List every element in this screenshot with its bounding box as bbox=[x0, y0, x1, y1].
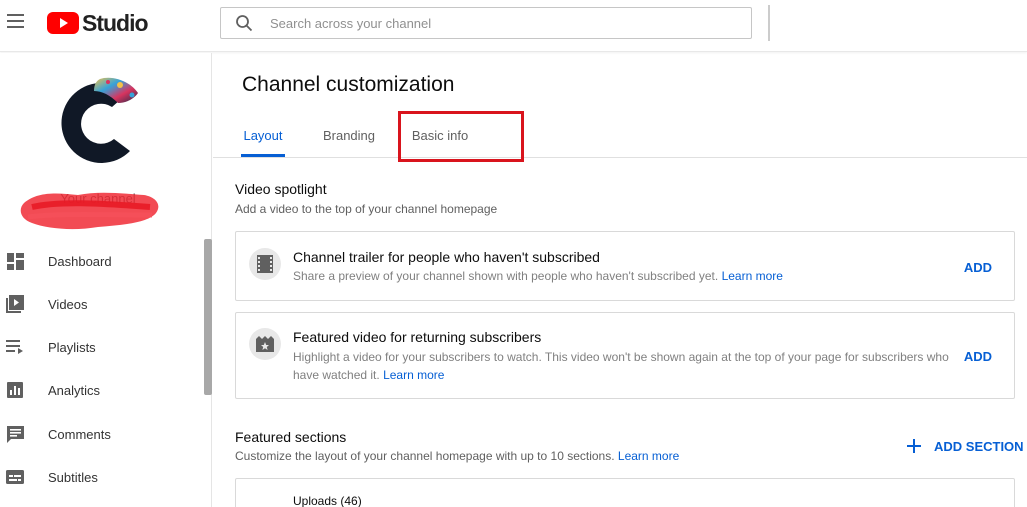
search-bar[interactable] bbox=[220, 7, 752, 39]
sidebar-item-dashboard[interactable]: Dashboard bbox=[0, 241, 200, 281]
channel-trailer-card: Channel trailer for people who haven't s… bbox=[235, 231, 1015, 301]
card-description: Share a preview of your channel shown wi… bbox=[293, 267, 783, 285]
add-section-button[interactable]: ADD SECTION bbox=[906, 438, 1024, 454]
tab-layout[interactable]: Layout bbox=[241, 114, 285, 157]
featured-sections-subtitle: Customize the layout of your channel hom… bbox=[235, 449, 679, 463]
card-description-line-2: have watched it. Learn more bbox=[293, 366, 953, 384]
video-spotlight-title: Video spotlight bbox=[235, 181, 327, 197]
sidebar-item-label: Comments bbox=[48, 426, 111, 442]
tab-branding[interactable]: Branding bbox=[321, 114, 377, 157]
header-divider bbox=[768, 5, 770, 41]
featured-video-card: Featured video for returning subscribers… bbox=[235, 312, 1015, 399]
top-bar: Studio bbox=[0, 0, 1027, 52]
learn-more-link[interactable]: Learn more bbox=[383, 368, 444, 382]
learn-more-link[interactable]: Learn more bbox=[722, 269, 783, 283]
sidebar-scrollbar[interactable] bbox=[204, 239, 212, 395]
sidebar-item-playlists[interactable]: Playlists bbox=[0, 327, 200, 367]
card-title: Channel trailer for people who haven't s… bbox=[293, 249, 600, 265]
dashboard-icon bbox=[6, 252, 24, 270]
videos-icon bbox=[6, 295, 24, 313]
analytics-icon bbox=[6, 381, 24, 399]
sidebar: Your channel Dashboard Videos Playlists … bbox=[0, 53, 212, 507]
redaction-scribble bbox=[20, 192, 159, 230]
search-input[interactable] bbox=[270, 15, 730, 31]
featured-sections-title: Featured sections bbox=[235, 429, 347, 445]
comments-icon bbox=[6, 425, 24, 443]
page-title: Channel customization bbox=[242, 73, 455, 96]
add-section-label: ADD SECTION bbox=[934, 438, 1024, 454]
card-description-text: Share a preview of your channel shown wi… bbox=[293, 269, 719, 283]
uploads-section-card[interactable]: Uploads (46) bbox=[235, 478, 1015, 507]
sidebar-item-label: Videos bbox=[48, 296, 88, 312]
add-featured-video-button[interactable]: ADD bbox=[964, 349, 992, 364]
sidebar-item-subtitles[interactable]: Subtitles bbox=[0, 457, 200, 497]
studio-logo[interactable]: Studio bbox=[47, 9, 149, 36]
sidebar-item-videos[interactable]: Videos bbox=[0, 284, 200, 324]
card-description: Highlight a video for your subscribers t… bbox=[293, 348, 953, 384]
search-icon bbox=[236, 15, 253, 32]
video-spotlight-subtitle: Add a video to the top of your channel h… bbox=[235, 202, 498, 216]
highlight-annotation-box bbox=[398, 111, 524, 162]
tab-bar: Layout Branding Basic info bbox=[213, 114, 1027, 158]
plus-icon bbox=[907, 439, 921, 453]
youtube-logo-icon bbox=[47, 12, 79, 34]
sidebar-item-label: Playlists bbox=[48, 339, 96, 355]
logo-text: Studio bbox=[82, 9, 149, 36]
card-description-text: have watched it. bbox=[293, 368, 380, 382]
featured-video-icon bbox=[249, 328, 281, 360]
add-trailer-button[interactable]: ADD bbox=[964, 260, 992, 275]
sidebar-item-label: Dashboard bbox=[48, 253, 112, 269]
sidebar-item-comments[interactable]: Comments bbox=[0, 414, 200, 454]
uploads-label: Uploads (46) bbox=[293, 494, 362, 507]
sidebar-item-analytics[interactable]: Analytics bbox=[0, 370, 200, 410]
learn-more-link[interactable]: Learn more bbox=[618, 449, 679, 463]
card-description-line: Highlight a video for your subscribers t… bbox=[293, 350, 949, 364]
sidebar-item-label: Subtitles bbox=[48, 469, 98, 485]
channel-avatar[interactable] bbox=[50, 73, 145, 168]
playlists-icon bbox=[6, 338, 24, 356]
card-title: Featured video for returning subscribers bbox=[293, 329, 542, 345]
film-icon bbox=[249, 248, 281, 280]
menu-icon[interactable] bbox=[7, 14, 24, 30]
subtitles-icon bbox=[6, 468, 24, 486]
featured-sections-subtitle-text: Customize the layout of your channel hom… bbox=[235, 449, 615, 463]
sidebar-item-label: Analytics bbox=[48, 382, 101, 398]
